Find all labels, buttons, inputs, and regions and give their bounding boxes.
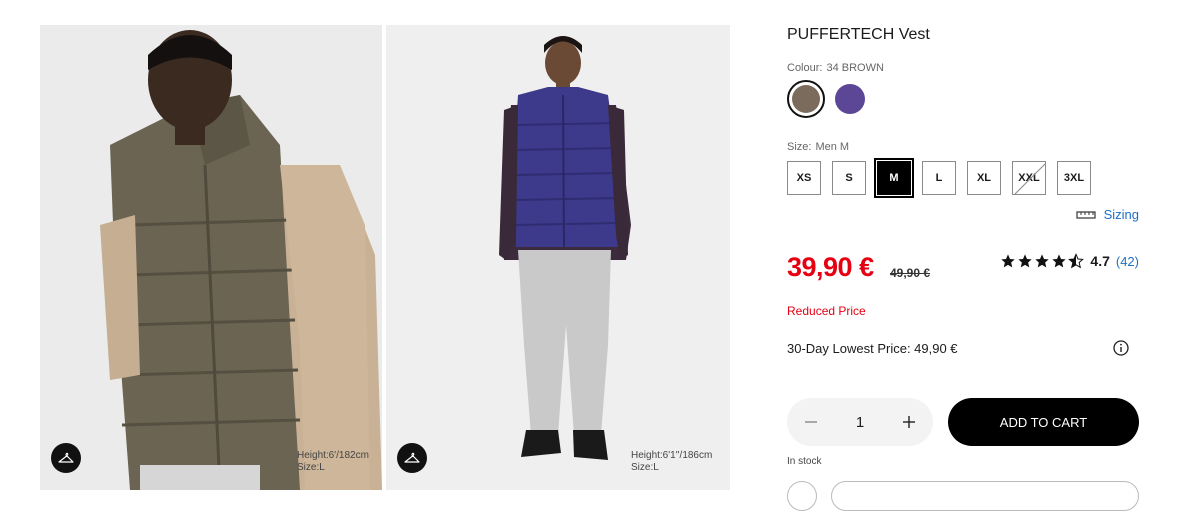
star-icon: [1001, 254, 1016, 268]
hanger-icon: [404, 452, 420, 463]
model-info-button[interactable]: [397, 443, 427, 473]
star-icon: [1052, 254, 1067, 268]
size-option-m[interactable]: M: [874, 158, 914, 198]
product-panel: PUFFERTECH Vest Colour: 34 BROWN Size: Men…: [787, 0, 1139, 511]
star-icon: [1035, 254, 1050, 268]
model-info-text: Height:6'/182cm Size:L: [297, 450, 369, 474]
swatch-fill-purple: [835, 84, 865, 114]
size-option-xl[interactable]: XL: [967, 161, 1001, 195]
ruler-icon: [1075, 210, 1096, 219]
model-info-text: Height:6'1''/186cm Size:L: [631, 450, 712, 474]
review-count-link[interactable]: (42): [1116, 254, 1139, 269]
size-option-s[interactable]: S: [832, 161, 866, 195]
original-price: 49,90 €: [890, 266, 931, 280]
size-label-prefix: Size:: [787, 141, 812, 153]
wishlist-button[interactable]: [787, 481, 817, 511]
reduced-price-label: Reduced Price: [787, 304, 866, 318]
plus-icon: [903, 416, 915, 428]
colour-swatch-brown[interactable]: [787, 80, 825, 118]
info-icon[interactable]: [1113, 340, 1129, 356]
size-option-3xl[interactable]: 3XL: [1057, 161, 1091, 195]
sale-price: 39,90 €: [787, 252, 874, 282]
decrease-quantity-button[interactable]: [801, 412, 821, 432]
model-size: Size:L: [631, 462, 659, 473]
swatch-fill-brown: [792, 85, 820, 113]
unavailable-strike-icon: [1014, 163, 1046, 195]
model-photo-brown: [40, 25, 382, 490]
add-to-cart-button[interactable]: ADD TO CART: [948, 398, 1139, 446]
minus-icon: [805, 421, 817, 423]
colour-swatch-purple[interactable]: [831, 80, 869, 118]
lowest-price-text: 30-Day Lowest Price: 49,90 €: [787, 341, 958, 356]
model-info-button[interactable]: [51, 443, 81, 473]
colour-label-prefix: Colour:: [787, 62, 823, 74]
size-option-l[interactable]: L: [922, 161, 956, 195]
sizing-link-label: Sizing: [1103, 207, 1139, 222]
quantity-stepper: 1: [787, 398, 933, 446]
model-photo-purple: [386, 25, 730, 490]
sizing-link[interactable]: Sizing: [1075, 207, 1139, 222]
size-value: Men M: [815, 141, 850, 153]
product-gallery: Height:6'/182cm Size:L Height:6'1''/186c…: [40, 25, 730, 490]
price-row: 39,90 € 49,90 € 4.7 (42): [787, 252, 1139, 286]
colour-value: 34 BROWN: [826, 62, 884, 74]
colour-label: Colour: 34 BROWN: [787, 62, 884, 74]
size-option-xs[interactable]: XS: [787, 161, 821, 195]
rating-value: 4.7: [1090, 253, 1110, 269]
model-size: Size:L: [297, 462, 325, 473]
rating-summary[interactable]: 4.7 (42): [1000, 253, 1139, 269]
half-star-icon: [1068, 253, 1085, 269]
increase-quantity-button[interactable]: [899, 412, 919, 432]
model-height: Height:6'1''/186cm: [631, 450, 713, 461]
quantity-value[interactable]: 1: [856, 414, 864, 431]
rating-stars: [1000, 253, 1085, 269]
product-title: PUFFERTECH Vest: [787, 26, 930, 43]
star-icon: [1018, 254, 1033, 268]
product-image-purple[interactable]: Height:6'1''/186cm Size:L: [386, 25, 730, 490]
model-height: Height:6'/182cm: [297, 450, 369, 461]
size-option-xxl[interactable]: XXL: [1012, 161, 1046, 195]
size-label: Size: Men M: [787, 141, 849, 153]
hanger-icon: [58, 452, 74, 463]
secondary-action-button[interactable]: [831, 481, 1139, 511]
product-image-brown[interactable]: Height:6'/182cm Size:L: [40, 25, 382, 490]
stock-status: In stock: [787, 456, 822, 467]
